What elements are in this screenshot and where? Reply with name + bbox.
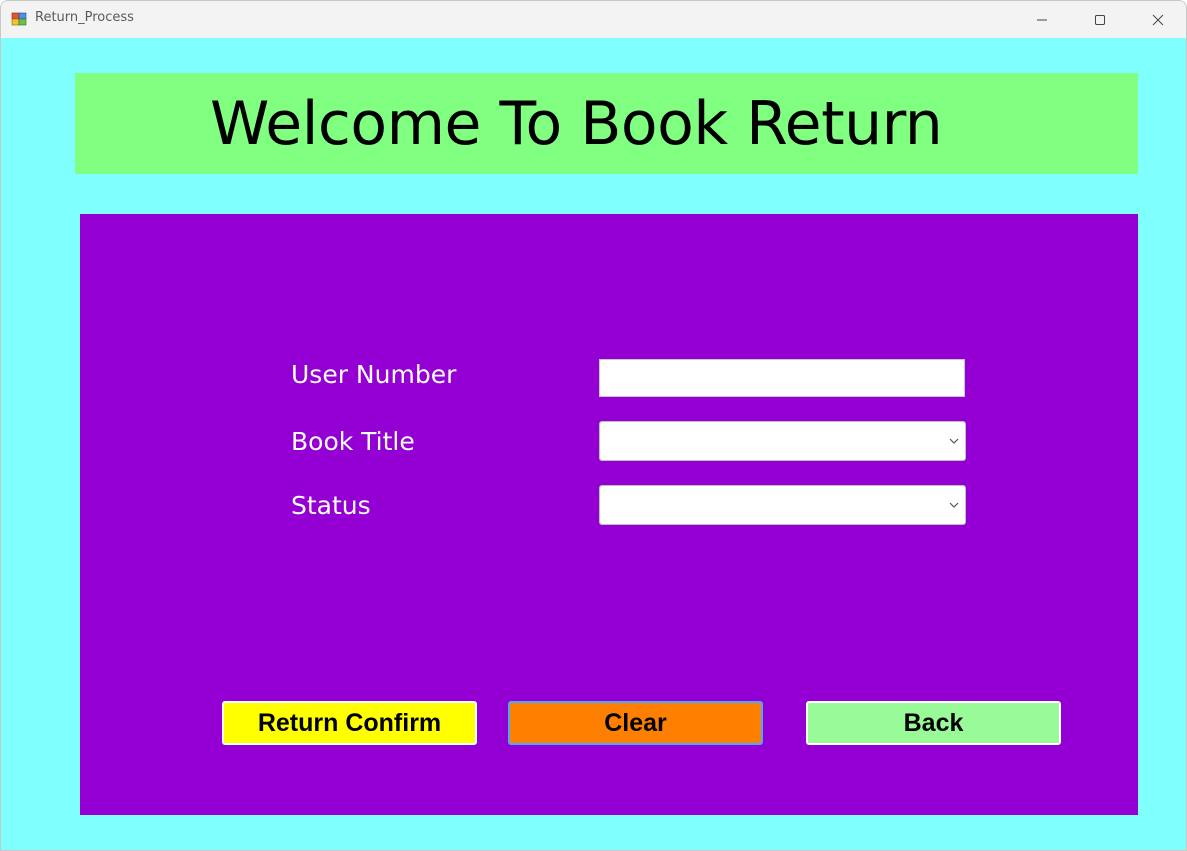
- status-label: Status: [291, 491, 371, 520]
- page-title: Welcome To Book Return: [210, 89, 943, 159]
- window-title: Return_Process: [35, 10, 134, 25]
- return-confirm-button[interactable]: Return Confirm: [222, 701, 477, 745]
- close-button[interactable]: [1129, 1, 1186, 38]
- book-title-label: Book Title: [291, 427, 415, 456]
- book-title-dropdown[interactable]: [599, 421, 966, 461]
- maximize-button[interactable]: [1071, 1, 1129, 38]
- return-form-panel: User Number Book Title Status Return Con…: [80, 214, 1138, 815]
- user-number-label: User Number: [291, 360, 457, 389]
- maximize-icon: [1095, 14, 1105, 25]
- welcome-banner: Welcome To Book Return: [75, 73, 1138, 174]
- status-dropdown[interactable]: [599, 485, 966, 525]
- close-icon: [1152, 14, 1164, 25]
- user-number-input[interactable]: [599, 359, 965, 397]
- return-process-window: Return_Process Welcome To Book Return Us…: [0, 0, 1187, 851]
- chevron-down-icon: [949, 502, 959, 508]
- minimize-icon: [1037, 19, 1047, 20]
- back-button[interactable]: Back: [806, 701, 1061, 745]
- clear-button[interactable]: Clear: [508, 701, 763, 745]
- minimize-button[interactable]: [1013, 1, 1071, 38]
- chevron-down-icon: [949, 438, 959, 444]
- app-icon: [11, 12, 27, 26]
- title-bar[interactable]: Return_Process: [1, 1, 1186, 38]
